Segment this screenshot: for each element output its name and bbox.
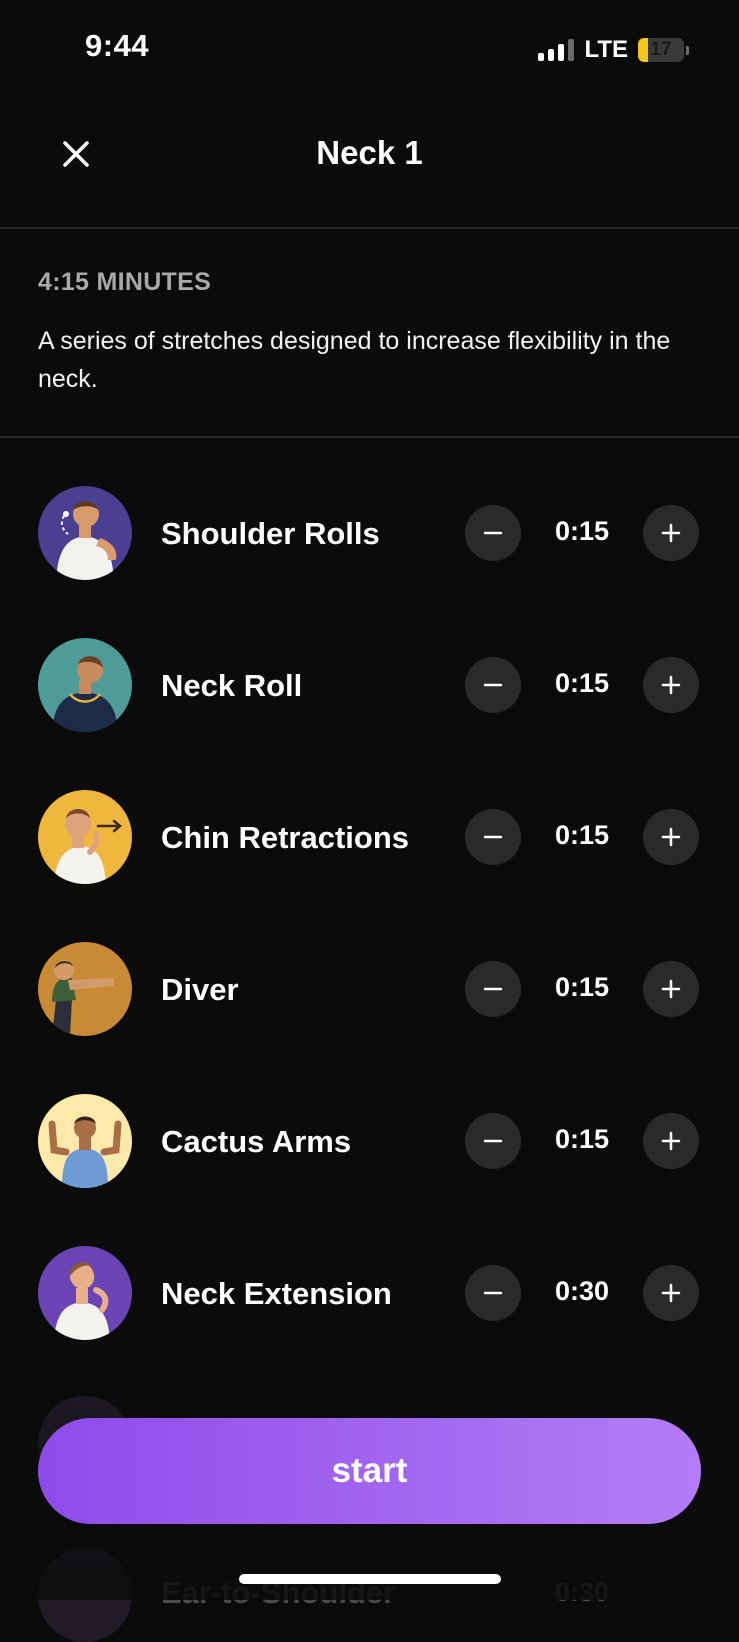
neck-roll-illustration-icon [38,638,132,732]
minus-icon [483,531,503,535]
home-indicator[interactable] [239,1574,501,1584]
decrease-duration-button[interactable] [465,1265,521,1321]
increase-duration-button[interactable] [643,1113,699,1169]
summary-divider [0,436,739,438]
exercise-duration: 0:30 [554,1276,610,1306]
increase-duration-button[interactable] [643,1265,699,1321]
battery-level: 17 [650,39,672,60]
plus-icon [661,827,681,847]
exercise-name: Diver [161,972,239,1007]
increase-duration-button[interactable] [643,961,699,1017]
exercise-name: Chin Retractions [161,820,410,855]
ear-to-shoulder-illustration-icon [38,1548,132,1642]
exercise-duration: 0:15 [554,1124,610,1154]
diver-illustration-icon [38,942,132,1036]
exercise-duration: 0:15 [554,668,610,698]
decrease-duration-button[interactable] [465,505,521,561]
network-type: LTE [584,36,628,63]
cellular-signal-icon [538,39,575,61]
nav-header: Neck 1 [0,108,739,208]
routine-description: A series of stretches designed to increa… [38,327,671,393]
minus-icon [483,1139,503,1143]
status-bar: 9:44 LTE 17 [0,0,739,100]
exercise-duration: 0:15 [554,516,610,546]
minus-icon [483,683,503,687]
cactus-arms-illustration-icon [38,1094,132,1188]
plus-icon [661,1131,681,1151]
decrease-duration-button[interactable] [465,961,521,1017]
battery-tip [686,45,689,55]
exercise-row[interactable]: Chin Retractions 0:15 [0,790,739,886]
decrease-duration-button[interactable] [465,657,521,713]
exercise-duration: 0:15 [554,972,610,1002]
plus-icon [661,1283,681,1303]
decrease-duration-button[interactable] [465,1113,521,1169]
exercise-name: Cactus Arms [161,1124,352,1159]
exercise-row[interactable]: Neck Extension 0:30 [0,1246,739,1342]
increase-duration-button[interactable] [643,657,699,713]
exercise-row[interactable]: Diver 0:15 [0,942,739,1038]
minus-icon [483,835,503,839]
increase-duration-button[interactable] [643,505,699,561]
battery-icon: 17 [638,38,684,62]
shoulder-rolls-illustration-icon [38,486,132,580]
plus-icon [661,675,681,695]
exercise-duration: 0:15 [554,820,610,850]
routine-duration: 4:15 MINUTES [38,268,212,296]
exercise-row[interactable]: Neck Roll 0:15 [0,638,739,734]
chin-retractions-illustration-icon [38,790,132,884]
header-divider [0,227,739,229]
minus-icon [483,1291,503,1295]
exercise-name: Neck Extension [161,1276,392,1311]
neck-extension-illustration-icon [38,1246,132,1340]
plus-icon [661,523,681,543]
plus-icon [661,979,681,999]
minus-icon [483,987,503,991]
increase-duration-button[interactable] [643,809,699,865]
exercise-row[interactable]: Cactus Arms 0:15 [0,1094,739,1190]
exercise-name: Neck Roll [161,668,303,703]
page-title: Neck 1 [316,134,423,171]
status-time: 9:44 [85,28,150,63]
start-button[interactable]: start [38,1418,701,1524]
decrease-duration-button[interactable] [465,809,521,865]
exercise-name: Shoulder Rolls [161,516,380,551]
exercise-duration: 0:30 [554,1577,610,1607]
exercise-row[interactable]: Shoulder Rolls 0:15 [0,486,739,582]
status-indicators: LTE 17 [538,36,689,64]
